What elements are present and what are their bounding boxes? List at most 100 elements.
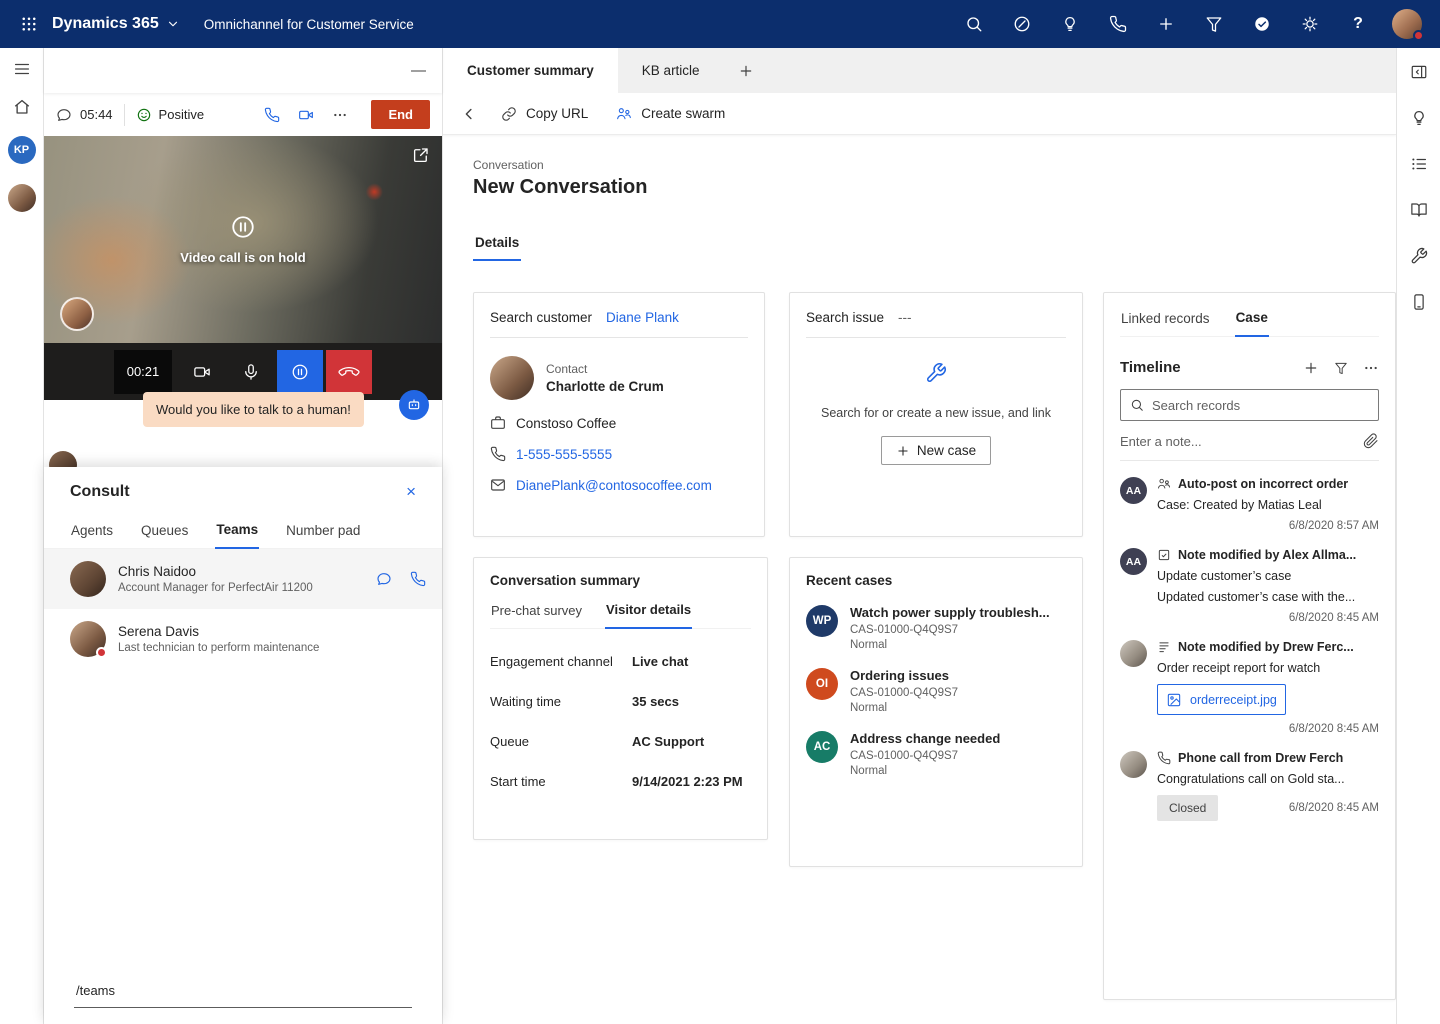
- timeline-title: Timeline: [1120, 359, 1181, 376]
- field-value: Live chat: [632, 654, 688, 669]
- hold-resume-button[interactable]: [277, 350, 323, 394]
- hangup-button[interactable]: [326, 350, 372, 394]
- quick-create-icon[interactable]: [1142, 0, 1190, 48]
- video-call-icon[interactable]: [291, 100, 321, 130]
- company-name: Constoso Coffee: [516, 416, 616, 431]
- case-avatar: AC: [806, 731, 838, 763]
- knowledge-book-icon[interactable]: [1405, 199, 1433, 221]
- filter-icon[interactable]: [1334, 361, 1348, 375]
- customer-link[interactable]: Diane Plank: [606, 310, 679, 325]
- entry-avatar: [1120, 751, 1147, 778]
- session-avatar-kp[interactable]: KP: [8, 136, 36, 164]
- agent-scripts-icon[interactable]: [1405, 153, 1433, 175]
- lightbulb-icon[interactable]: [1046, 0, 1094, 48]
- tab-case[interactable]: Case: [1235, 306, 1269, 337]
- tab-queues[interactable]: Queues: [140, 514, 189, 548]
- consult-person-row[interactable]: Serena Davis Last technician to perform …: [44, 609, 442, 669]
- camera-toggle-button[interactable]: [179, 350, 225, 394]
- case-avatar: WP: [806, 605, 838, 637]
- field-value: 9/14/2021 2:23 PM: [632, 774, 743, 789]
- conversation-form: Conversation New Conversation Details Se…: [443, 135, 1396, 1024]
- bot-avatar: [399, 390, 429, 420]
- back-icon[interactable]: [451, 97, 487, 131]
- create-swarm-button[interactable]: Create swarm: [602, 98, 739, 130]
- help-icon[interactable]: ?: [1334, 0, 1382, 48]
- presence-dot: [96, 647, 107, 658]
- copy-url-label: Copy URL: [526, 106, 588, 121]
- consult-person-row[interactable]: Chris Naidoo Account Manager for Perfect…: [44, 549, 442, 609]
- more-options-icon[interactable]: [325, 100, 355, 130]
- tab-customer-summary[interactable]: Customer summary: [443, 48, 618, 93]
- search-icon[interactable]: [950, 0, 998, 48]
- user-avatar[interactable]: [1392, 9, 1422, 39]
- tab-visitor-details[interactable]: Visitor details: [605, 594, 692, 629]
- add-icon[interactable]: [1303, 360, 1319, 376]
- minimize-icon[interactable]: —: [411, 62, 426, 79]
- enter-note-input[interactable]: Enter a note...: [1120, 434, 1202, 449]
- copy-url-button[interactable]: Copy URL: [487, 98, 602, 130]
- entry-avatar: AA: [1120, 477, 1147, 504]
- paperclip-icon[interactable]: [1363, 433, 1379, 449]
- new-case-button[interactable]: New case: [881, 436, 991, 465]
- phone-icon[interactable]: [410, 571, 426, 587]
- wrench-icon[interactable]: [1405, 245, 1433, 267]
- tab-number-pad[interactable]: Number pad: [285, 514, 361, 548]
- tab-kb-article[interactable]: KB article: [618, 48, 724, 93]
- sentiment-chip[interactable]: Positive: [136, 107, 205, 123]
- video-call-view: Video call is on hold: [44, 136, 442, 343]
- presence-dot: [1413, 30, 1424, 41]
- field-value: AC Support: [632, 734, 704, 749]
- compass-icon[interactable]: [998, 0, 1046, 48]
- voice-call-icon[interactable]: [257, 100, 287, 130]
- timeline-entry[interactable]: Note modified by Drew Ferc... Order rece…: [1120, 640, 1379, 735]
- timeline-entry[interactable]: AA Auto-post on incorrect order Case: Cr…: [1120, 477, 1379, 532]
- contact-avatar: [490, 356, 534, 400]
- settings-gear-icon[interactable]: [1286, 0, 1334, 48]
- presence-available-icon[interactable]: [1238, 0, 1286, 48]
- timeline-search[interactable]: [1120, 389, 1379, 421]
- tab-teams[interactable]: Teams: [215, 514, 259, 549]
- filter-icon[interactable]: [1190, 0, 1238, 48]
- search-records-input[interactable]: [1152, 398, 1369, 413]
- end-call-button[interactable]: End: [371, 100, 430, 129]
- popout-icon[interactable]: [412, 146, 430, 164]
- contact-name: Charlotte de Crum: [546, 379, 664, 394]
- case-row[interactable]: OI Ordering issues CAS-01000-Q4Q9S7 Norm…: [806, 668, 1066, 714]
- tab-pre-chat-survey[interactable]: Pre-chat survey: [490, 594, 583, 628]
- device-icon[interactable]: [1405, 291, 1433, 313]
- image-icon: [1166, 692, 1182, 708]
- add-tab-icon[interactable]: [724, 48, 768, 93]
- case-row[interactable]: WP Watch power supply troublesh... CAS-0…: [806, 605, 1066, 651]
- waffle-icon[interactable]: [10, 0, 48, 48]
- phone-icon[interactable]: [1094, 0, 1142, 48]
- tab-agents[interactable]: Agents: [70, 514, 114, 548]
- hamburger-menu-icon[interactable]: [13, 60, 31, 78]
- record-type-label: Conversation: [473, 158, 544, 172]
- case-row[interactable]: AC Address change needed CAS-01000-Q4Q9S…: [806, 731, 1066, 777]
- timeline-entry[interactable]: Phone call from Drew Ferch Congratulatio…: [1120, 751, 1379, 821]
- more-options-icon[interactable]: [1363, 360, 1379, 376]
- close-icon[interactable]: ×: [406, 482, 416, 502]
- consult-tabs: Agents Queues Teams Number pad: [44, 510, 442, 549]
- consult-search-input[interactable]: [74, 983, 412, 1008]
- timeline-entry[interactable]: AA Note modified by Alex Allma... Update…: [1120, 548, 1379, 624]
- attachment-chip[interactable]: orderreceipt.jpg: [1157, 684, 1286, 715]
- entry-title: Note modified by Alex Allma...: [1178, 548, 1356, 562]
- collapse-pane-icon[interactable]: [1405, 61, 1433, 83]
- page-title: New Conversation: [473, 176, 647, 199]
- conversation-panel-header: —: [44, 48, 442, 93]
- mic-toggle-button[interactable]: [228, 350, 274, 394]
- summary-title: Conversation summary: [490, 573, 751, 588]
- session-avatar-photo[interactable]: [8, 184, 36, 212]
- smart-assist-lightbulb-icon[interactable]: [1405, 107, 1433, 129]
- person-name: Serena Davis: [118, 624, 319, 639]
- email-link[interactable]: DianePlank@contosocoffee.com: [516, 478, 712, 493]
- field-label: Start time: [490, 774, 632, 789]
- tab-linked-records[interactable]: Linked records: [1120, 306, 1211, 336]
- tab-details[interactable]: Details: [473, 235, 521, 261]
- brand[interactable]: Dynamics 365: [52, 15, 180, 33]
- sentiment-label: Positive: [159, 107, 205, 122]
- phone-link[interactable]: 1-555-555-5555: [516, 447, 612, 462]
- home-icon[interactable]: [13, 98, 31, 116]
- chat-icon[interactable]: [376, 571, 392, 587]
